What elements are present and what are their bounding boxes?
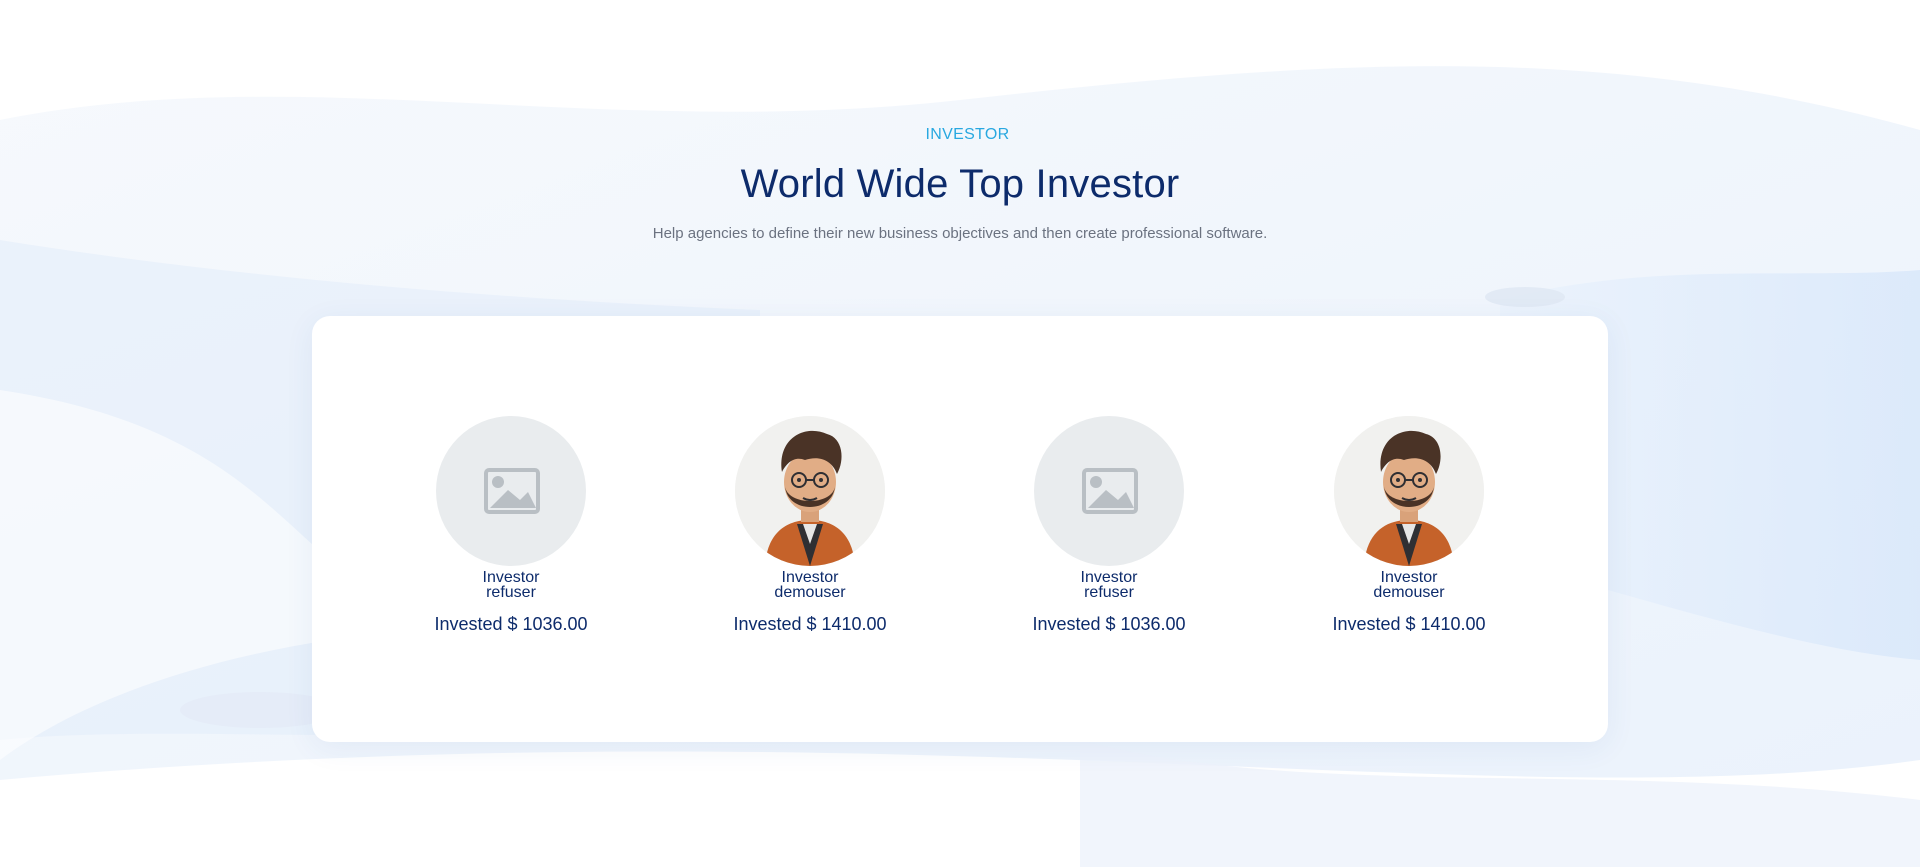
- top-investor-section: INVESTOR World Wide Top Investor Help ag…: [0, 0, 1920, 867]
- investor-item[interactable]: Investor demouser Invested $ 1410.00: [1299, 416, 1519, 635]
- cartoon-man-avatar: [1334, 416, 1484, 566]
- image-placeholder-icon: [1034, 416, 1184, 566]
- section-eyebrow: INVESTOR: [925, 126, 1010, 143]
- investor-card: Investor refuser Invested $ 1036.00 Inve…: [312, 316, 1608, 742]
- section-title: World Wide Top Investor: [740, 162, 1180, 206]
- investor-amount: Invested $ 1410.00: [1332, 614, 1486, 634]
- investor-amount: Invested $ 1036.00: [434, 614, 588, 634]
- investor-name: Investor demouser: [774, 569, 846, 601]
- investor-name: Investor refuser: [482, 569, 540, 601]
- investor-name: Investor demouser: [1373, 569, 1445, 601]
- investor-name: Investor refuser: [1080, 569, 1138, 601]
- investor-amount: Invested $ 1410.00: [733, 614, 887, 634]
- investor-amount: Invested $ 1036.00: [1032, 614, 1186, 634]
- investor-item[interactable]: Investor demouser Invested $ 1410.00: [700, 416, 920, 635]
- section-subtitle: Help agencies to define their new busine…: [652, 225, 1268, 242]
- image-placeholder-icon: [436, 416, 586, 566]
- investor-item[interactable]: Investor refuser Invested $ 1036.00: [999, 416, 1219, 635]
- investor-item[interactable]: Investor refuser Invested $ 1036.00: [401, 416, 621, 635]
- cartoon-man-avatar: [735, 416, 885, 566]
